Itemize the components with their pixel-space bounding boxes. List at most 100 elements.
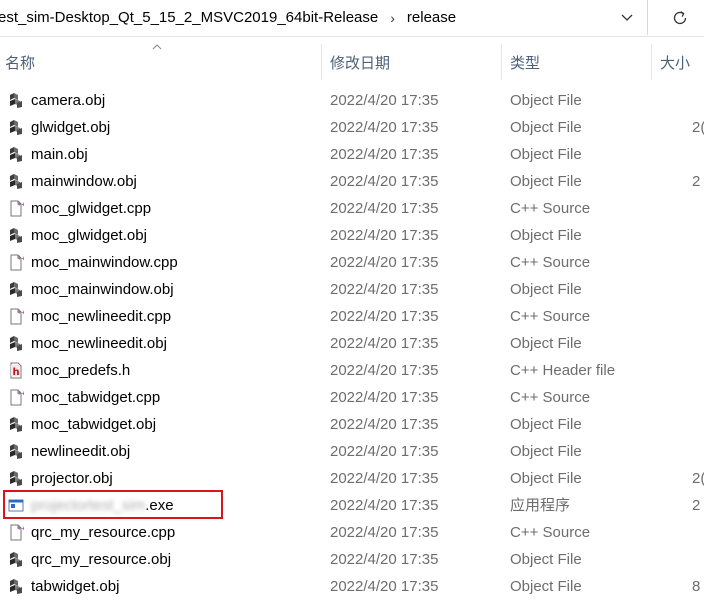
obj-file-icon [8,92,24,109]
cpp-file-icon: ++ [8,389,25,406]
file-date: 2022/4/20 17:35 [330,578,439,595]
obj-file-icon [8,416,24,433]
file-name: camera.obj [31,92,106,109]
file-name: moc_newlineedit.cpp [31,308,172,325]
file-name: qrc_my_resource.obj [31,551,172,568]
file-date: 2022/4/20 17:35 [330,524,439,541]
file-size: 2 [692,497,701,514]
file-size: 2 [692,173,701,190]
breadcrumb[interactable]: est_sim-Desktop_Qt_5_15_2_MSVC2019_64bit… [0,0,648,35]
file-size: 2( [692,119,704,136]
refresh-button[interactable] [656,0,704,35]
file-size: 8 [692,578,701,595]
column-header-date-label: 修改日期 [330,54,391,72]
file-date: 2022/4/20 17:35 [330,497,439,514]
file-type: Object File [510,281,582,298]
file-type: C++ Source [510,308,591,325]
column-header-type-label: 类型 [510,54,541,72]
file-date: 2022/4/20 17:35 [330,92,439,109]
file-type: C++ Header file [510,362,616,379]
column-header-size[interactable]: 大小 [652,44,704,80]
svg-text:++: ++ [17,526,24,532]
file-row[interactable]: newlineedit.obj 2022/4/20 17:35 Object Fil… [0,438,704,465]
file-date: 2022/4/20 17:35 [330,470,439,487]
file-name: moc_newlineedit.obj [31,335,167,352]
file-type: C++ Source [510,200,591,217]
file-row[interactable]: ++ qrc_my_resource.cpp 2022/4/20 17:35 C++ … [0,519,704,546]
breadcrumb-separator-icon[interactable]: › [384,10,401,26]
file-date: 2022/4/20 17:35 [330,146,439,163]
file-date: 2022/4/20 17:35 [330,308,439,325]
file-name: moc_mainwindow.cpp [31,254,178,271]
file-type: Object File [510,227,582,244]
file-type: Object File [510,335,582,352]
file-type: Object File [510,443,582,460]
svg-text:++: ++ [17,202,24,208]
breadcrumb-segment-parent[interactable]: est_sim-Desktop_Qt_5_15_2_MSVC2019_64bit… [0,9,384,26]
obj-file-icon [8,578,24,595]
column-header-name[interactable]: 名称 [0,44,322,80]
file-type: Object File [510,551,582,568]
column-header-date[interactable]: 修改日期 [322,44,502,80]
file-type: 应用程序 [510,497,571,514]
file-type: Object File [510,173,582,190]
file-type: Object File [510,146,582,163]
svg-text:++: ++ [17,391,24,397]
file-row[interactable]: h moc_predefs.h 2022/4/20 17:35 C++ Header … [0,357,704,384]
column-header-size-label: 大小 [660,54,691,72]
obj-file-icon [8,227,24,244]
file-date: 2022/4/20 17:35 [330,119,439,136]
file-type: C++ Source [510,524,591,541]
file-date: 2022/4/20 17:35 [330,335,439,352]
file-type: C++ Source [510,389,591,406]
sort-ascending-icon [152,41,162,53]
file-row[interactable]: main.obj 2022/4/20 17:35 Object File [0,141,704,168]
obj-file-icon [8,551,24,568]
file-date: 2022/4/20 17:35 [330,551,439,568]
address-dropdown-button[interactable] [612,0,642,35]
highlight-annotation-box [3,490,223,519]
file-name: glwidget.obj [31,119,111,136]
file-row[interactable]: moc_glwidget.obj 2022/4/20 17:35 Object Fi… [0,222,704,249]
file-name: moc_glwidget.obj [31,227,147,244]
file-row[interactable]: ++ moc_newlineedit.cpp 2022/4/20 17:35 C++ … [0,303,704,330]
file-name: moc_tabwidget.obj [31,416,157,433]
file-row[interactable]: mainwindow.obj 2022/4/20 17:35 Object File… [0,168,704,195]
column-header-type[interactable]: 类型 [502,44,652,80]
file-type: Object File [510,578,582,595]
svg-text:++: ++ [17,256,24,262]
file-row[interactable]: moc_newlineedit.obj 2022/4/20 17:35 Object… [0,330,704,357]
file-row[interactable]: ++ moc_mainwindow.cpp 2022/4/20 17:35 C++ S… [0,249,704,276]
column-header: 名称 修改日期 类型 大小 [0,44,704,80]
obj-file-icon [8,281,24,298]
file-date: 2022/4/20 17:35 [330,281,439,298]
file-name: mainwindow.obj [31,173,137,190]
file-type: C++ Source [510,254,591,271]
file-date: 2022/4/20 17:35 [330,389,439,406]
file-row[interactable]: projector.obj 2022/4/20 17:35 Object File 2… [0,465,704,492]
cpp-file-icon: ++ [8,254,25,271]
file-row[interactable]: moc_tabwidget.obj 2022/4/20 17:35 Object F… [0,411,704,438]
file-name: main.obj [31,146,88,163]
file-row[interactable]: moc_mainwindow.obj 2022/4/20 17:35 Object … [0,276,704,303]
file-date: 2022/4/20 17:35 [330,200,439,217]
file-name: newlineedit.obj [31,443,131,460]
obj-file-icon [8,443,24,460]
file-type: Object File [510,92,582,109]
chevron-down-icon [621,14,633,21]
file-row[interactable]: camera.obj 2022/4/20 17:35 Object File [0,87,704,114]
file-row[interactable]: qrc_my_resource.obj 2022/4/20 17:35 Object… [0,546,704,573]
file-row[interactable]: tabwidget.obj 2022/4/20 17:35 Object File 8 [0,573,704,600]
file-row[interactable]: ++ moc_tabwidget.cpp 2022/4/20 17:35 C++ So… [0,384,704,411]
breadcrumb-segment-current[interactable]: release [401,9,462,26]
svg-text:++: ++ [17,310,24,316]
file-name: qrc_my_resource.cpp [31,524,176,541]
file-row[interactable]: glwidget.obj 2022/4/20 17:35 Object File 2( [0,114,704,141]
file-type: Object File [510,470,582,487]
file-size: 2( [692,470,704,487]
file-row[interactable]: ++ moc_glwidget.cpp 2022/4/20 17:35 C++ Sou… [0,195,704,222]
obj-file-icon [8,470,24,487]
file-date: 2022/4/20 17:35 [330,362,439,379]
address-bar[interactable]: est_sim-Desktop_Qt_5_15_2_MSVC2019_64bit… [0,0,704,37]
file-name: tabwidget.obj [31,578,120,595]
